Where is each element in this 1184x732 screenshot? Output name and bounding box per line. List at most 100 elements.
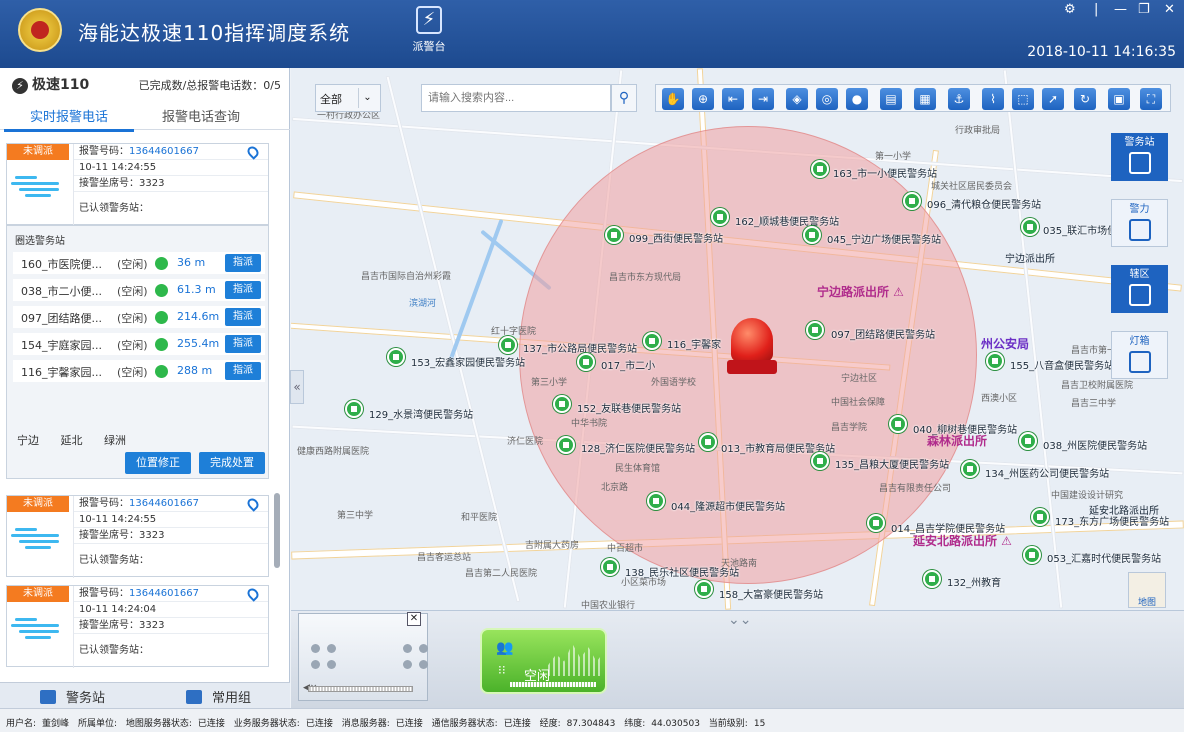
smile-status-icon: [155, 284, 168, 297]
police-post-pin[interactable]: [601, 558, 623, 580]
zoom-in-icon[interactable]: ⊕: [692, 88, 714, 110]
close-icon[interactable]: ✕: [407, 612, 421, 626]
fullscreen-icon[interactable]: ⛶: [1140, 88, 1162, 110]
alarm-call-card[interactable]: 未调派 报警号码：13644601667 10-11 14:24:55 接警坐席…: [6, 495, 269, 578]
msg-server-status: 已连接: [395, 719, 423, 729]
station-state: (空闲): [117, 285, 148, 298]
line-status-card[interactable]: 👥 ⁝⁝ 空闲: [480, 628, 607, 694]
police-station-label[interactable]: 宁边路派出所 ⚠: [817, 283, 904, 300]
police-post-pin[interactable]: [811, 160, 833, 182]
settings-icon[interactable]: ⚙: [1064, 2, 1076, 17]
police-post-pin[interactable]: [553, 395, 575, 417]
assign-button[interactable]: 指派: [225, 362, 261, 380]
police-post-pin[interactable]: [803, 226, 825, 248]
police-post-pin[interactable]: [345, 400, 367, 422]
police-post-label: 053_汇嘉时代便民警务站: [1047, 554, 1162, 565]
police-post-pin[interactable]: [1023, 546, 1045, 568]
police-post-pin[interactable]: [986, 352, 1008, 374]
poi-label: 昌吉客运总站: [417, 553, 472, 563]
side-button-police-force[interactable]: 警力: [1111, 199, 1168, 247]
police-post-pin[interactable]: [806, 321, 828, 343]
side-button-lightbox[interactable]: 灯箱: [1111, 331, 1168, 379]
location-pin-icon[interactable]: [245, 144, 261, 160]
police-post-pin[interactable]: [923, 570, 945, 592]
volume-slider[interactable]: [308, 686, 413, 692]
pan-hand-icon[interactable]: ✋: [662, 88, 684, 110]
assign-button[interactable]: 指派: [225, 281, 261, 299]
map-type-switch[interactable]: 地图: [1128, 572, 1166, 608]
police-post-pin[interactable]: [387, 348, 409, 370]
police-post-icon: [1031, 508, 1049, 526]
line-volume-bar[interactable]: [510, 682, 596, 687]
police-post-pin[interactable]: [867, 514, 889, 536]
search-input[interactable]: [421, 84, 611, 112]
police-post-pin[interactable]: [961, 460, 983, 482]
police-post-pin[interactable]: [889, 415, 911, 437]
close-icon[interactable]: ✕: [1164, 2, 1175, 17]
police-post-pin[interactable]: [557, 436, 579, 458]
marker-icon[interactable]: ◈: [786, 88, 808, 110]
police-post-pin[interactable]: [1031, 508, 1053, 530]
restore-icon[interactable]: ❐: [1138, 2, 1150, 17]
police-station-label[interactable]: 州公安局: [981, 335, 1029, 352]
poi-label: 和平医院: [461, 513, 498, 523]
collapse-panel-icon[interactable]: «: [290, 370, 304, 404]
police-post-icon: [1023, 546, 1041, 564]
complete-handling-button[interactable]: 完成处置: [199, 452, 265, 474]
assign-button[interactable]: 指派: [225, 308, 261, 326]
police-post-pin[interactable]: [711, 208, 733, 230]
police-emblem-icon: [18, 8, 62, 52]
police-post-pin[interactable]: [577, 353, 599, 375]
district-list[interactable]: 宁边 延北 绿洲: [17, 432, 126, 448]
map-server-label: 地图服务器状态:: [125, 719, 192, 729]
call-time: 10-11 14:24:55: [74, 512, 268, 528]
location-icon[interactable]: ◎: [816, 88, 838, 110]
police-post-pin[interactable]: [1019, 432, 1041, 454]
search-icon[interactable]: ⚲: [611, 84, 637, 112]
police-post-pin[interactable]: [1021, 218, 1043, 240]
police-post-pin[interactable]: [811, 452, 833, 474]
position-fix-button[interactable]: 位置修正: [125, 452, 191, 474]
police-station-label[interactable]: 宁边派出所: [1005, 250, 1055, 265]
side-button-police-station[interactable]: 警务站: [1111, 133, 1168, 181]
police-post-pin[interactable]: [699, 433, 721, 455]
dispatch-desk-tab[interactable]: ⚡ 派警台: [405, 6, 453, 62]
police-post-pin[interactable]: [695, 580, 717, 602]
previous-view-icon[interactable]: ⇤: [722, 88, 744, 110]
assign-button[interactable]: 指派: [225, 335, 261, 353]
dock-toggle-icon[interactable]: ⌄⌄: [728, 612, 751, 628]
tab-common-group[interactable]: 常用组: [186, 687, 251, 706]
police-post-pin[interactable]: [643, 332, 665, 354]
tab-police-station[interactable]: 警务站: [40, 687, 105, 706]
pin-icon[interactable]: ●: [846, 88, 868, 110]
next-view-icon[interactable]: ⇥: [752, 88, 774, 110]
location-pin-icon[interactable]: [245, 496, 261, 512]
distance-ruler-icon[interactable]: ▤: [880, 88, 902, 110]
area-ruler-icon[interactable]: ▦: [914, 88, 936, 110]
polyline-icon[interactable]: ⌇: [982, 88, 1004, 110]
minimize-icon[interactable]: —: [1114, 2, 1127, 17]
side-button-district[interactable]: 辖区: [1111, 265, 1168, 313]
tab-call-query[interactable]: 报警电话查询: [162, 106, 240, 125]
city-map[interactable]: 一村行政办公区 行政审批局 第一小学 城关社区居民委员会 昌吉市国际自治州彩霞 …: [291, 68, 1184, 610]
alarm-call-card[interactable]: 未调派 报警号码：13644601667 10-11 14:24:55 接警坐席…: [6, 143, 269, 226]
alarm-call-card[interactable]: 未调派 报警号码：13644601667 10-11 14:24:04 接警坐席…: [6, 585, 269, 668]
rotate-icon[interactable]: ↻: [1074, 88, 1096, 110]
tab-realtime-calls[interactable]: 实时报警电话: [4, 106, 135, 132]
police-post-pin[interactable]: [605, 226, 627, 248]
save-icon[interactable]: ▣: [1108, 88, 1130, 110]
comm-server-status: 已连接: [503, 719, 531, 729]
assign-button[interactable]: 指派: [225, 254, 261, 272]
rect-select-icon[interactable]: ⬚: [1012, 88, 1034, 110]
location-pin-icon[interactable]: [245, 586, 261, 602]
filter-dropdown[interactable]: 全部 ⌄: [315, 84, 381, 112]
anchor-icon[interactable]: ⚓: [948, 88, 970, 110]
police-post-pin[interactable]: [903, 192, 925, 214]
lightning-icon: ⚡: [416, 6, 442, 34]
police-post-label: 152_友联巷便民警务站: [577, 404, 682, 415]
police-post-pin[interactable]: [647, 492, 669, 514]
police-post-label: 132_州教育: [947, 578, 1002, 589]
cursor-icon[interactable]: ➚: [1042, 88, 1064, 110]
list-scrollbar[interactable]: [274, 493, 280, 568]
alarm-siren-icon[interactable]: [727, 316, 777, 378]
